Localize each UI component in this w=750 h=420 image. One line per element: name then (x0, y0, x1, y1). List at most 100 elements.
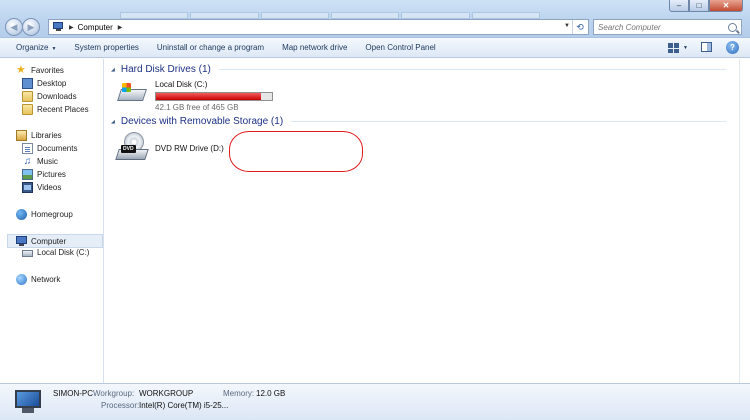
nav-network[interactable]: Network (16, 274, 60, 285)
nav-label: Desktop (37, 79, 67, 88)
search-input[interactable] (598, 22, 718, 32)
chevron-down-icon: ▼ (683, 45, 688, 51)
system-properties-button[interactable]: System properties (65, 43, 147, 52)
dvd-drive-icon: DVD (115, 132, 149, 166)
vertical-scrollbar[interactable] (739, 59, 750, 383)
nav-label: Libraries (31, 131, 62, 140)
desktop-icon (22, 78, 33, 89)
search-icon[interactable] (728, 22, 737, 32)
navigation-pane: ★ Favorites Desktop Downloads Recent Pla… (0, 59, 104, 383)
collapse-caret-icon[interactable]: ◢ (111, 67, 115, 73)
star-icon: ★ (16, 64, 26, 76)
command-bar: Organize ▼ System properties Uninstall or… (0, 38, 750, 58)
preview-pane-icon[interactable] (701, 42, 712, 52)
maximize-button[interactable]: □ (689, 0, 709, 12)
group-title: Devices with Removable Storage (1) (120, 116, 284, 127)
help-icon[interactable]: ? (726, 41, 739, 54)
organize-label: Organize (16, 43, 49, 52)
breadcrumb-arrow-icon[interactable]: ▶ (69, 24, 74, 31)
hard-drive-icon (22, 250, 33, 257)
content-pane: ◢ Hard Disk Drives (1) Local Disk (C:) 4… (105, 59, 738, 383)
workgroup-label: Workgroup: (93, 389, 135, 398)
map-network-drive-button[interactable]: Map network drive (273, 43, 356, 52)
minimize-button[interactable]: – (669, 0, 689, 12)
nav-pictures[interactable]: Pictures (22, 169, 66, 180)
processor-label: Processor: (101, 401, 140, 410)
capacity-bar (155, 92, 273, 101)
videos-icon (22, 182, 33, 193)
nav-label: Local Disk (C:) (37, 248, 90, 257)
forward-button[interactable]: ▶ (22, 18, 40, 36)
search-box[interactable] (593, 19, 742, 35)
nav-recent-places[interactable]: Recent Places (22, 104, 89, 115)
open-control-panel-button[interactable]: Open Control Panel (356, 43, 444, 52)
homegroup-icon (16, 209, 27, 220)
workgroup-value: WORKGROUP (139, 389, 194, 398)
nav-documents[interactable]: Documents (22, 143, 77, 154)
drive-free-space: 42.1 GB free of 465 GB (155, 103, 239, 112)
details-pane: SIMON-PC Workgroup: WORKGROUP Memory: 12… (0, 383, 750, 420)
change-view-button[interactable]: ▼ (668, 43, 688, 53)
network-icon (16, 274, 27, 285)
divider (218, 69, 726, 70)
libraries-icon (16, 130, 27, 141)
capacity-fill (156, 93, 262, 100)
organize-menu[interactable]: Organize ▼ (0, 43, 65, 52)
collapse-caret-icon[interactable]: ◢ (111, 119, 115, 125)
nav-label: Homegroup (31, 210, 73, 219)
drive-name: Local Disk (C:) (155, 80, 208, 89)
nav-label: Videos (37, 183, 62, 192)
breadcrumb-arrow-icon[interactable]: ▶ (118, 24, 123, 31)
group-header-hard-disk-drives[interactable]: ◢ Hard Disk Drives (1) (111, 64, 726, 75)
address-dropdown-icon[interactable]: ▼ (564, 23, 570, 29)
uninstall-program-button[interactable]: Uninstall or change a program (148, 43, 273, 52)
nav-homegroup[interactable]: Homegroup (16, 209, 73, 220)
music-icon: ♫ (23, 156, 32, 167)
memory-label: Memory: (223, 389, 255, 398)
background-window-ghost (120, 12, 540, 19)
group-title: Hard Disk Drives (1) (120, 64, 211, 75)
drive-name: DVD RW Drive (D:) (155, 144, 224, 153)
nav-label: Pictures (37, 170, 66, 179)
processor-value: Intel(R) Core(TM) i5-25... (139, 401, 229, 410)
nav-videos[interactable]: Videos (22, 182, 61, 193)
drive-local-disk-c[interactable]: Local Disk (C:) 42.1 GB free of 465 GB (117, 80, 273, 112)
nav-music[interactable]: ♫ Music (22, 156, 58, 167)
annotation-circle (229, 131, 363, 172)
computer-icon (13, 390, 43, 416)
back-button[interactable]: ◀ (5, 18, 23, 36)
forward-arrow-icon: ▶ (27, 21, 35, 32)
documents-icon (22, 143, 33, 154)
nav-label: Favorites (31, 66, 64, 75)
downloads-folder-icon (22, 91, 33, 102)
back-arrow-icon: ◀ (10, 21, 18, 32)
group-header-removable-storage[interactable]: ◢ Devices with Removable Storage (1) (111, 116, 726, 127)
nav-libraries[interactable]: Libraries (16, 130, 62, 141)
hard-drive-icon (117, 80, 149, 106)
chevron-down-icon: ▼ (51, 46, 57, 52)
computer-icon (16, 235, 27, 247)
nav-downloads[interactable]: Downloads (22, 91, 77, 102)
nav-computer[interactable]: Computer (7, 234, 103, 248)
divider (291, 121, 726, 122)
memory-value: 12.0 GB (256, 389, 286, 398)
nav-favorites[interactable]: ★ Favorites (16, 65, 64, 76)
window-controls: – □ ✕ (669, 0, 743, 12)
pictures-icon (22, 169, 33, 180)
breadcrumb-computer[interactable]: Computer (78, 23, 113, 32)
drive-dvd-rw-d[interactable]: DVD DVD RW Drive (D:) (115, 132, 224, 166)
nav-label: Music (37, 157, 58, 166)
nav-desktop[interactable]: Desktop (22, 78, 66, 89)
nav-label: Documents (37, 144, 78, 153)
nav-local-disk[interactable]: Local Disk (C:) (22, 248, 89, 257)
pc-name: SIMON-PC (53, 389, 93, 398)
refresh-icon[interactable]: ⟲ (572, 20, 587, 34)
computer-icon (52, 22, 66, 32)
nav-label: Computer (31, 236, 67, 246)
recent-places-icon (22, 104, 33, 115)
drive-info: Local Disk (C:) 42.1 GB free of 465 GB (155, 80, 273, 112)
nav-label: Network (31, 275, 61, 284)
address-bar[interactable]: ▶ Computer ▶ ▼ ⟲ (48, 19, 589, 35)
close-button[interactable]: ✕ (709, 0, 743, 12)
dvd-logo: DVD (121, 145, 136, 153)
